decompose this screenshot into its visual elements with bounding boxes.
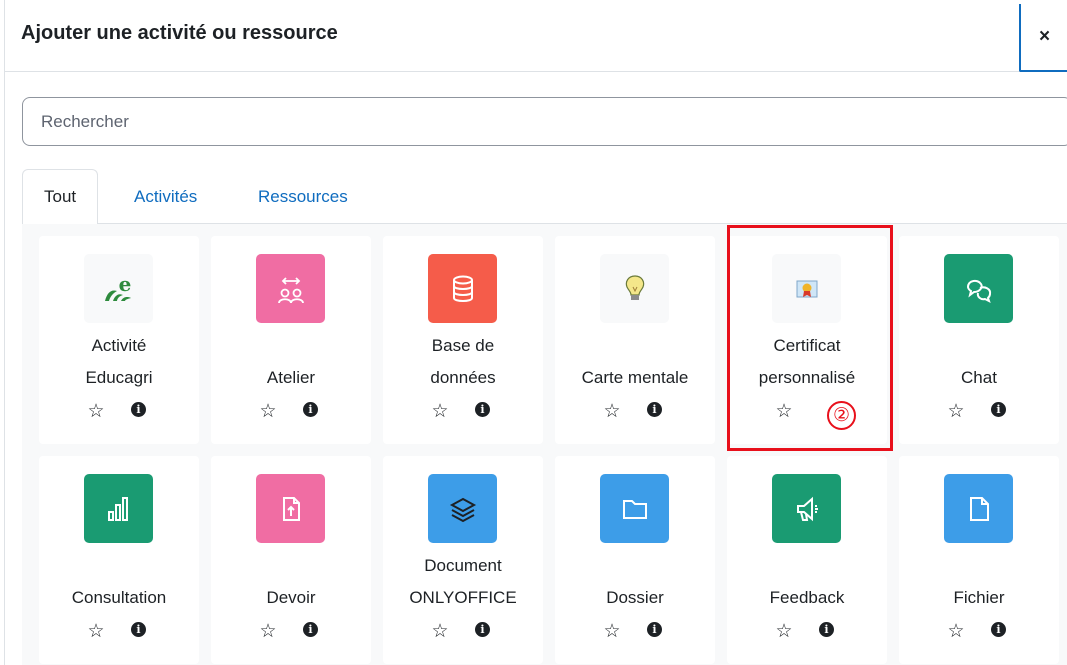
- info-icon[interactable]: i: [475, 402, 490, 417]
- module-label-line2: Carte mentale: [581, 368, 689, 387]
- info-icon[interactable]: i: [819, 622, 834, 637]
- highlight-frame: [727, 225, 893, 451]
- info-icon[interactable]: i: [647, 402, 662, 417]
- module-label-line2: données: [430, 368, 496, 387]
- module-label-line2: Atelier: [266, 368, 316, 387]
- info-icon[interactable]: i: [475, 622, 490, 637]
- info-icon[interactable]: i: [303, 622, 318, 637]
- module-label-line2: Feedback: [769, 588, 845, 607]
- workshop-icon: [256, 254, 325, 323]
- file-upload-icon: [256, 474, 325, 543]
- module-label-line1: Activité: [91, 336, 147, 355]
- module-label-line2: Chat: [961, 368, 997, 387]
- star-icon[interactable]: ☆: [601, 620, 623, 643]
- close-icon: ×: [1038, 26, 1051, 47]
- star-icon[interactable]: ☆: [429, 400, 451, 423]
- module-card-carte-mentale[interactable]: Carte mentale ☆ i: [555, 236, 715, 444]
- lightbulb-icon: [600, 254, 669, 323]
- star-icon[interactable]: ☆: [85, 620, 107, 643]
- module-card-base-de-donnees[interactable]: Base de données ☆ i: [383, 236, 543, 444]
- module-label-line1: Base de: [431, 336, 495, 355]
- module-label-line2: Dossier: [606, 588, 664, 607]
- info-icon[interactable]: i: [991, 622, 1006, 637]
- info-icon[interactable]: i: [303, 402, 318, 417]
- file-icon: [944, 474, 1013, 543]
- info-icon[interactable]: i: [131, 402, 146, 417]
- module-card-devoir[interactable]: Devoir ☆ i: [211, 456, 371, 664]
- module-label-line2: Consultation: [71, 588, 167, 607]
- educagri-icon: [84, 254, 153, 323]
- module-card-consultation[interactable]: Consultation ☆ i: [39, 456, 199, 664]
- module-card-chat[interactable]: Chat ☆ i: [899, 236, 1059, 444]
- module-label-line1: Document: [424, 556, 502, 575]
- info-icon[interactable]: i: [991, 402, 1006, 417]
- tab-bar: Tout Activités Ressources: [22, 169, 1067, 225]
- module-label-line2: Educagri: [85, 368, 153, 387]
- dialog-title: Ajouter une activité ou ressource: [21, 22, 338, 44]
- folder-icon: [600, 474, 669, 543]
- chat-icon: [944, 254, 1013, 323]
- module-card-fichier[interactable]: Fichier ☆ i: [899, 456, 1059, 664]
- activity-chooser-dialog: Ajouter une activité ou ressource × Tout…: [4, 0, 1067, 665]
- tab-ressources[interactable]: Ressources: [237, 169, 369, 225]
- layers-icon: [428, 474, 497, 543]
- module-card-document-onlyoffice[interactable]: Document ONLYOFFICE ☆ i: [383, 456, 543, 664]
- info-icon[interactable]: i: [647, 622, 662, 637]
- bar-chart-icon: [84, 474, 153, 543]
- module-label-line2: ONLYOFFICE: [409, 588, 517, 607]
- module-grid: Activité Educagri ☆ i Atelier ☆ i Base de donnée…: [22, 224, 1067, 665]
- star-icon[interactable]: ☆: [257, 620, 279, 643]
- module-label-line2: Fichier: [953, 588, 1005, 607]
- close-button[interactable]: ×: [1019, 4, 1067, 72]
- star-icon[interactable]: ☆: [257, 400, 279, 423]
- module-card-feedback[interactable]: Feedback ☆ i: [727, 456, 887, 664]
- module-label-line2: Devoir: [266, 588, 316, 607]
- module-card-activite-educagri[interactable]: Activité Educagri ☆ i: [39, 236, 199, 444]
- search-input[interactable]: [22, 97, 1067, 146]
- megaphone-icon: [772, 474, 841, 543]
- star-icon[interactable]: ☆: [945, 400, 967, 423]
- module-card-dossier[interactable]: Dossier ☆ i: [555, 456, 715, 664]
- tab-tout[interactable]: Tout: [22, 169, 99, 225]
- module-card-atelier[interactable]: Atelier ☆ i: [211, 236, 371, 444]
- dialog-header: Ajouter une activité ou ressource ×: [5, 0, 1067, 72]
- step-marker: ②: [827, 401, 856, 430]
- star-icon[interactable]: ☆: [429, 620, 451, 643]
- star-icon[interactable]: ☆: [85, 400, 107, 423]
- info-icon[interactable]: i: [131, 622, 146, 637]
- database-icon: [428, 254, 497, 323]
- tab-activites[interactable]: Activités: [113, 169, 218, 225]
- star-icon[interactable]: ☆: [601, 400, 623, 423]
- star-icon[interactable]: ☆: [773, 620, 795, 643]
- star-icon[interactable]: ☆: [945, 620, 967, 643]
